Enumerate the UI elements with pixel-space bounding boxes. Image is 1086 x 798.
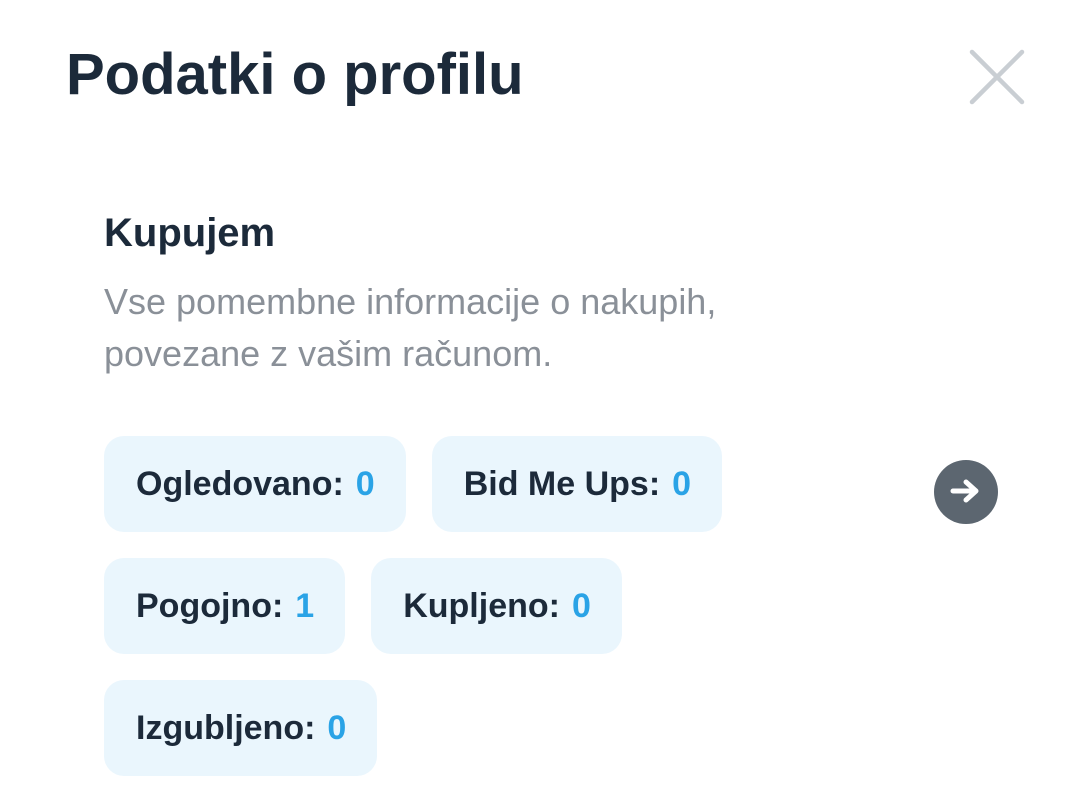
stat-value: 0 — [327, 708, 347, 747]
chip-row: Pogojno: 1 Kupljeno: 0 — [104, 558, 804, 654]
arrow-right-circle-icon — [949, 478, 983, 507]
more-button[interactable] — [934, 460, 998, 524]
stat-value: 0 — [571, 586, 591, 625]
page-title: Podatki o profilu — [66, 42, 524, 107]
stat-chip-bid-me-ups[interactable]: Bid Me Ups: 0 — [431, 436, 723, 532]
stat-label: Kupljeno: — [403, 586, 560, 625]
section-description: Vse pomembne informacije o nakupih, pove… — [104, 281, 717, 374]
stats-chips: Ogledovano: 0 Bid Me Ups: 0 Pogojno: 1 K… — [104, 436, 804, 798]
stat-label: Ogledovano: — [136, 464, 344, 503]
close-icon — [966, 46, 1028, 108]
stat-chip-viewed[interactable]: Ogledovano: 0 — [104, 436, 406, 532]
chip-row: Izgubljeno: 0 — [104, 680, 804, 776]
stat-value: 0 — [355, 464, 375, 503]
profile-data-panel: Podatki o profilu Kupujem Vse pomembne i… — [0, 0, 1086, 798]
stat-value: 0 — [672, 464, 692, 503]
close-button[interactable] — [966, 46, 1028, 108]
stat-value: 1 — [295, 586, 315, 625]
stat-chip-conditional[interactable]: Pogojno: 1 — [104, 558, 346, 654]
chip-row: Ogledovano: 0 Bid Me Ups: 0 — [104, 436, 804, 532]
section-heading: Kupujem — [104, 211, 276, 255]
stat-chip-bought[interactable]: Kupljeno: 0 — [371, 558, 622, 654]
stat-label: Bid Me Ups: — [463, 464, 661, 503]
stat-label: Izgubljeno: — [136, 708, 316, 747]
stat-label: Pogojno: — [136, 586, 284, 625]
stat-chip-lost[interactable]: Izgubljeno: 0 — [104, 680, 378, 776]
buying-section: Kupujem Vse pomembne informacije o nakup… — [104, 204, 1024, 380]
